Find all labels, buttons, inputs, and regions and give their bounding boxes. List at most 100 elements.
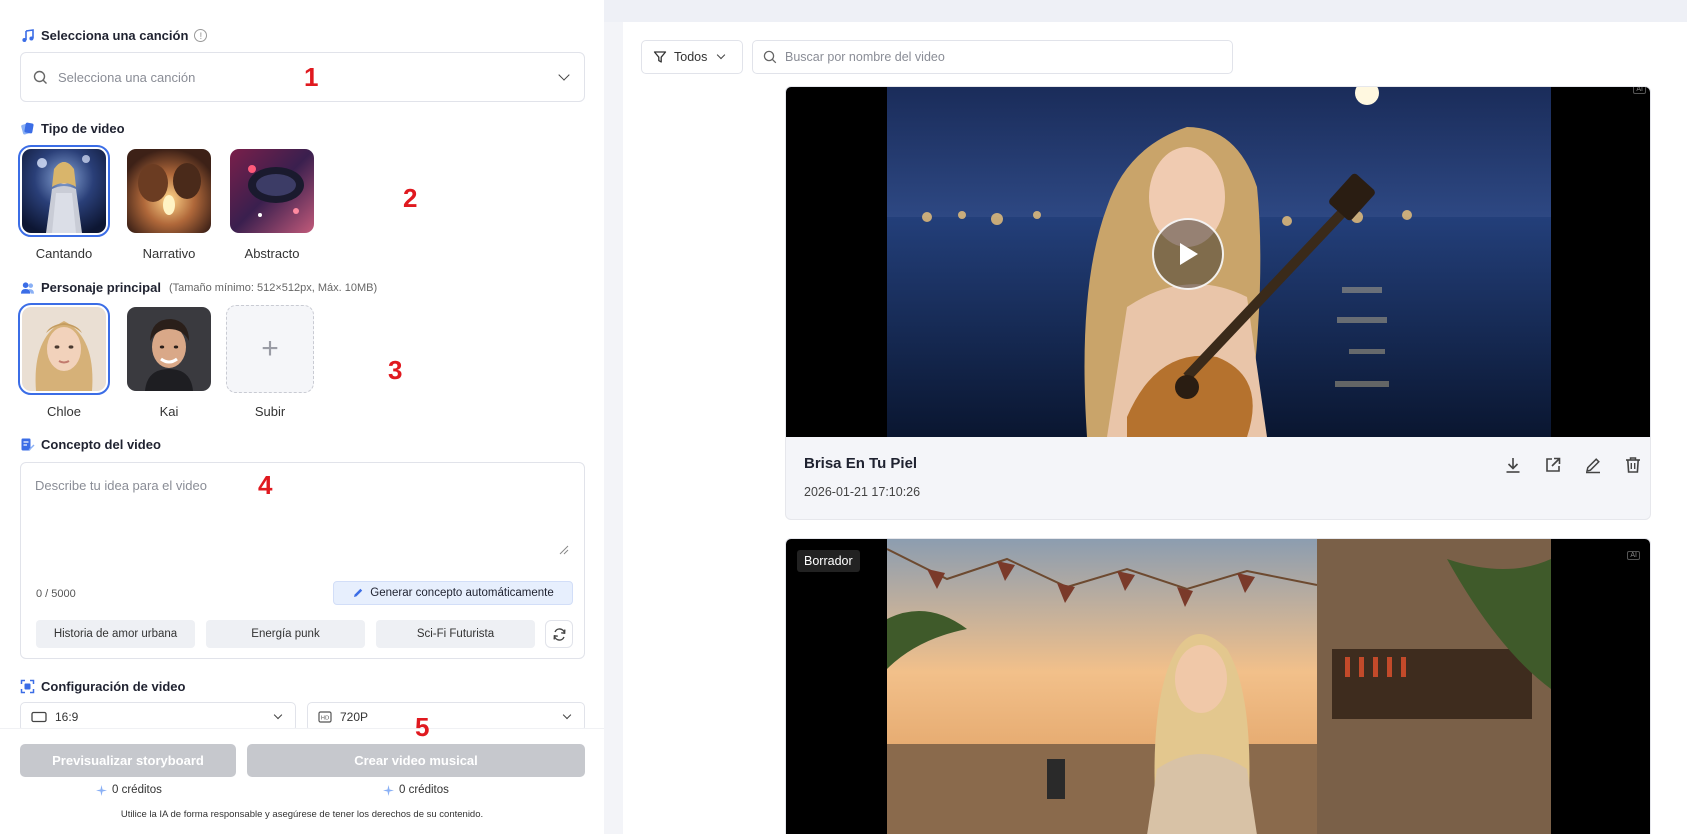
video-type-section-title: Tipo de video bbox=[20, 121, 125, 136]
create-credits-label: 0 créditos bbox=[399, 784, 449, 796]
chevron-down-icon bbox=[273, 710, 283, 720]
refresh-suggestions-button[interactable] bbox=[545, 620, 573, 648]
draft-badge: Borrador bbox=[797, 550, 860, 572]
filter-label: Todos bbox=[674, 50, 708, 64]
preview-credits-label: 0 créditos bbox=[112, 784, 162, 796]
video-thumbnail bbox=[887, 539, 1551, 834]
character-card-kai[interactable]: Kai bbox=[127, 307, 211, 419]
delete-button[interactable] bbox=[1622, 454, 1644, 476]
chevron-down-icon bbox=[717, 50, 726, 60]
ai-disclaimer: Utilice la IA de forma responsable y ase… bbox=[120, 809, 484, 820]
character-section-title: Personaje principal (Tamaño mínimo: 512×… bbox=[20, 280, 377, 295]
ai-generated-tag: AI bbox=[1633, 87, 1646, 94]
video-player[interactable]: Borrador AI bbox=[786, 539, 1650, 834]
character-label: Subir bbox=[254, 404, 286, 419]
preview-storyboard-button[interactable]: Previsualizar storyboard bbox=[20, 744, 236, 777]
abstracto-thumbnail bbox=[230, 149, 314, 233]
aspect-ratio-value: 16:9 bbox=[55, 710, 79, 724]
refresh-icon bbox=[553, 627, 565, 641]
annotation-number: 2 bbox=[403, 183, 418, 213]
download-icon bbox=[1506, 458, 1520, 473]
chevron-down-icon bbox=[558, 69, 570, 81]
annotation-number: 4 bbox=[258, 470, 273, 500]
chloe-avatar bbox=[18, 303, 110, 395]
search-icon bbox=[763, 50, 777, 64]
kai-avatar bbox=[127, 307, 211, 391]
generate-concept-button[interactable]: Generar concepto automáticamente bbox=[333, 581, 573, 605]
suggestion-chip[interactable]: Sci-Fi Futurista bbox=[376, 620, 535, 648]
resize-handle-icon[interactable] bbox=[559, 545, 569, 555]
character-upload-card[interactable]: + Subir bbox=[226, 305, 314, 419]
edit-document-icon bbox=[20, 437, 35, 452]
chevron-down-icon bbox=[562, 710, 572, 720]
video-type-card-cantando[interactable]: Cantando bbox=[18, 145, 110, 261]
music-note-icon bbox=[20, 28, 35, 43]
character-counter: 0 / 5000 bbox=[36, 588, 76, 600]
video-search-input[interactable]: Buscar por nombre del video bbox=[752, 40, 1233, 74]
hd-icon: HD bbox=[318, 711, 332, 723]
character-label: Chloe bbox=[47, 404, 81, 419]
video-card[interactable]: Borrador AI bbox=[785, 538, 1651, 834]
generate-concept-label: Generar concepto automáticamente bbox=[370, 587, 554, 599]
video-card[interactable]: AI Brisa En Tu Piel 2026-01-21 17:10:26 bbox=[785, 86, 1651, 520]
aspect-ratio-icon bbox=[31, 711, 47, 723]
play-button[interactable] bbox=[1152, 218, 1224, 290]
pencil-icon bbox=[354, 588, 363, 597]
create-credits: 0 créditos bbox=[383, 784, 449, 796]
character-card-chloe[interactable]: Chloe bbox=[18, 303, 110, 419]
video-type-label: Abstracto bbox=[244, 246, 300, 261]
character-size-hint: (Tamaño mínimo: 512×512px, Máx. 10MB) bbox=[168, 281, 378, 294]
song-select[interactable]: Selecciona una canción bbox=[20, 52, 585, 102]
concept-textarea[interactable]: Describe tu idea para el video 0 / 5000 … bbox=[20, 462, 585, 659]
pencil-icon bbox=[1585, 458, 1600, 474]
config-section-title: Configuración de video bbox=[20, 679, 185, 694]
info-icon[interactable]: ! bbox=[194, 29, 208, 42]
narrativo-thumbnail bbox=[127, 149, 211, 233]
suggestion-chip[interactable]: Historia de amor urbana bbox=[36, 620, 195, 648]
annotation-number: 1 bbox=[304, 62, 319, 92]
character-label: Kai bbox=[159, 404, 179, 419]
users-icon bbox=[20, 280, 35, 295]
preview-credits: 0 créditos bbox=[96, 784, 162, 796]
video-player[interactable]: AI bbox=[786, 87, 1650, 437]
sparkle-icon bbox=[96, 784, 107, 796]
video-type-label: Narrativo bbox=[142, 246, 196, 261]
filter-icon bbox=[653, 51, 667, 63]
suggestion-chip[interactable]: Energía punk bbox=[206, 620, 365, 648]
sparkle-icon bbox=[383, 784, 394, 796]
app-root: Selecciona una canción ! Selecciona una … bbox=[0, 0, 1687, 834]
song-title-label: Selecciona una canción bbox=[41, 28, 189, 43]
create-music-video-button[interactable]: Crear video musical bbox=[247, 744, 585, 777]
external-link-icon bbox=[1546, 457, 1561, 472]
share-button[interactable] bbox=[1542, 454, 1564, 476]
video-title: Brisa En Tu Piel bbox=[804, 455, 918, 472]
annotation-number: 3 bbox=[388, 355, 403, 385]
layers-icon bbox=[20, 121, 35, 136]
resolution-value: 720P bbox=[340, 710, 369, 724]
download-button[interactable] bbox=[1502, 454, 1524, 476]
config-title-label: Configuración de video bbox=[41, 679, 186, 694]
ai-generated-tag: AI bbox=[1627, 551, 1640, 560]
search-placeholder: Buscar por nombre del video bbox=[785, 50, 945, 64]
svg-text:HD: HD bbox=[321, 716, 329, 722]
annotation-number: 5 bbox=[415, 712, 430, 742]
settings-scan-icon bbox=[20, 679, 35, 694]
trash-icon bbox=[1626, 457, 1640, 473]
concept-section-title: Concepto del video bbox=[20, 437, 161, 452]
concept-title-label: Concepto del video bbox=[41, 437, 161, 452]
play-icon bbox=[1180, 243, 1198, 265]
filter-dropdown[interactable]: Todos bbox=[641, 40, 743, 74]
video-type-card-narrativo[interactable]: Narrativo bbox=[127, 149, 211, 261]
video-type-title-label: Tipo de video bbox=[41, 121, 125, 136]
left-panel: Selecciona una canción ! Selecciona una … bbox=[0, 0, 604, 834]
cantando-thumbnail bbox=[18, 145, 110, 237]
edit-button[interactable] bbox=[1582, 454, 1604, 476]
video-type-card-abstracto[interactable]: Abstracto bbox=[230, 149, 314, 261]
character-title-label: Personaje principal bbox=[41, 280, 161, 295]
song-section-title: Selecciona una canción ! bbox=[20, 28, 208, 43]
concept-placeholder: Describe tu idea para el video bbox=[35, 478, 207, 493]
video-type-label: Cantando bbox=[35, 246, 93, 261]
search-icon bbox=[33, 70, 47, 84]
video-date: 2026-01-21 17:10:26 bbox=[804, 485, 921, 499]
upload-plus-icon[interactable]: + bbox=[226, 305, 314, 393]
